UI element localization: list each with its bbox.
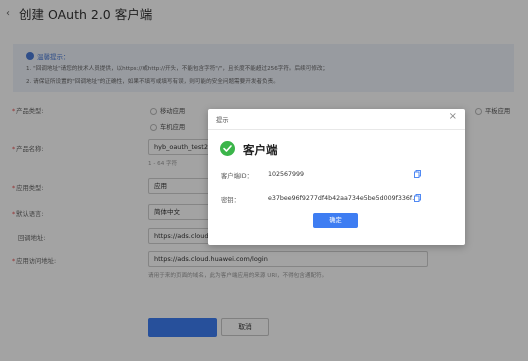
success-title: 客户端	[243, 143, 278, 157]
close-icon[interactable]: ×	[449, 112, 457, 122]
client-id-value: 102567999	[268, 171, 305, 178]
secret-label: 密钥：	[221, 197, 240, 204]
copy-icon[interactable]	[414, 170, 421, 178]
success-check-icon	[220, 141, 235, 156]
copy-icon[interactable]	[414, 194, 421, 202]
secret-value: e37bee96f9277df4b42aa734e5be5d009f336f…	[268, 195, 419, 202]
dialog-divider	[208, 129, 465, 130]
success-dialog: 提示 × 客户端 客户端ID： 102567999 密钥： e37bee96f9…	[208, 109, 465, 245]
dialog-title: 提示	[216, 117, 229, 124]
client-id-label: 客户端ID：	[221, 173, 253, 180]
confirm-button[interactable]: 确定	[313, 213, 358, 228]
